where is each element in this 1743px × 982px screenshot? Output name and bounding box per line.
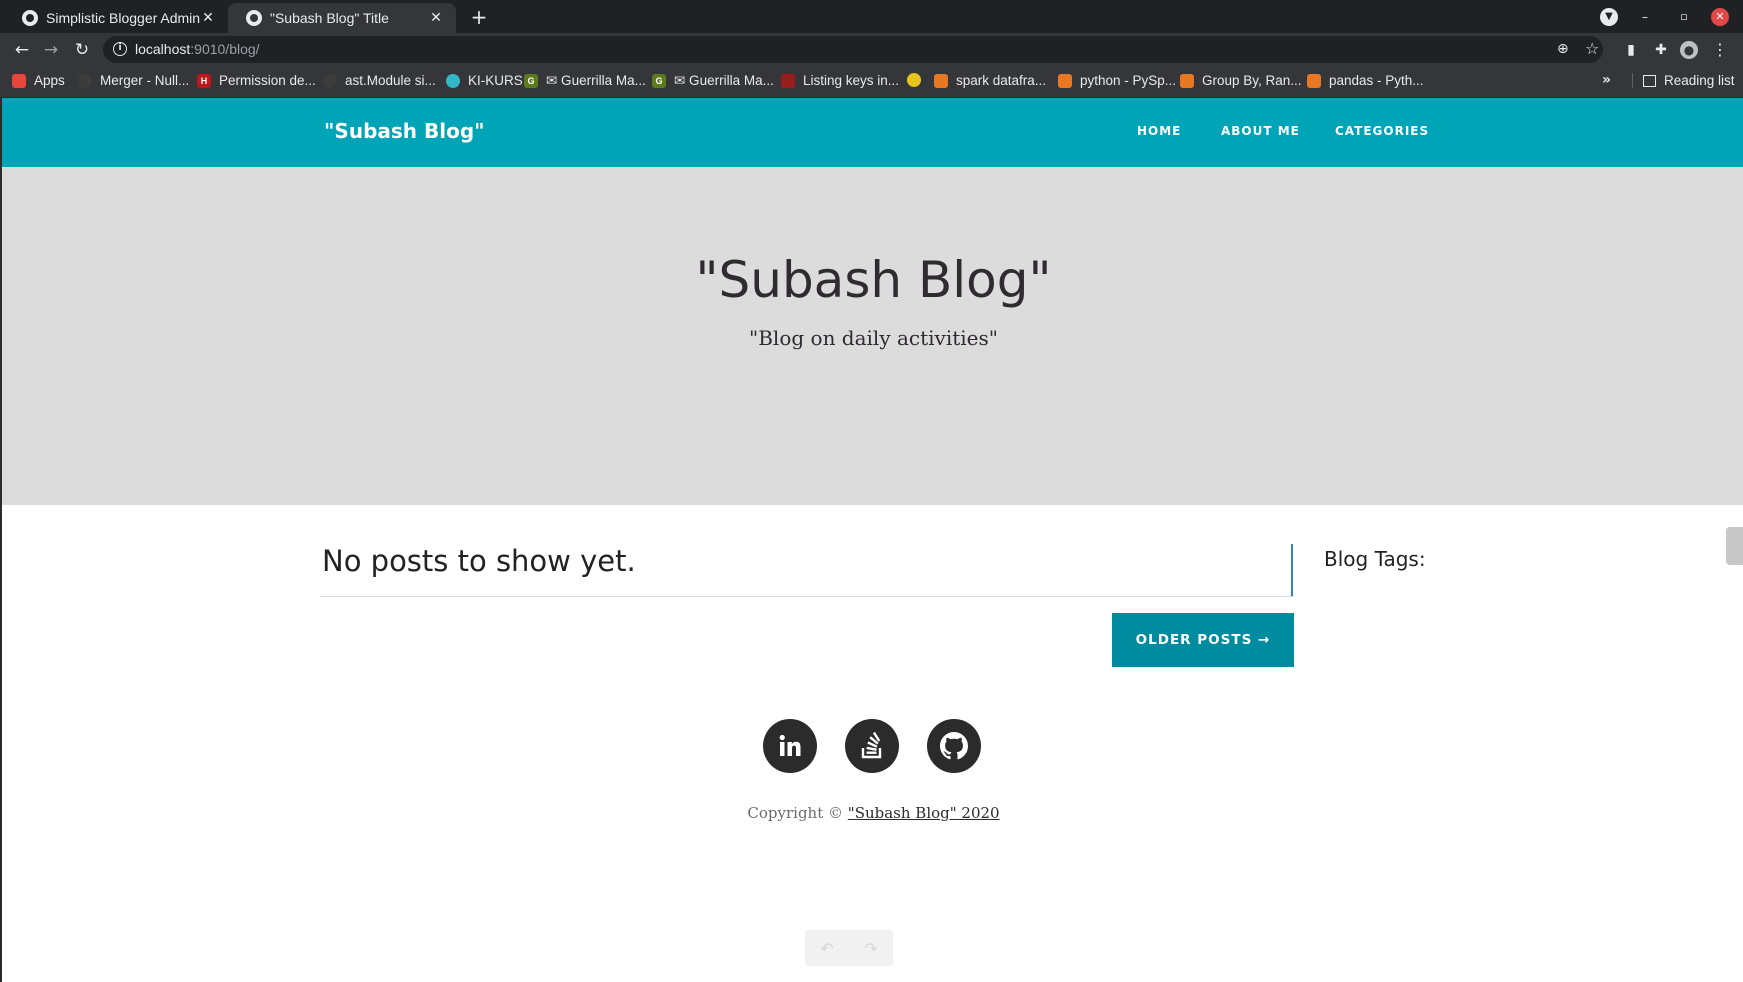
x-icon [781, 73, 795, 88]
bookmark-item[interactable]: Group By, Ran... [1180, 73, 1302, 88]
bookmark-item[interactable]: python - PySp... [1058, 73, 1176, 88]
github-icon [323, 73, 337, 88]
more-menu-icon[interactable]: ⋮ [1711, 41, 1729, 59]
tab-title: "Subash Blog" Title [270, 10, 389, 26]
yellow-smiley-icon [907, 73, 921, 87]
stackoverflow-icon [934, 73, 948, 88]
stackoverflow-icon [1180, 73, 1194, 88]
new-tab-button[interactable]: + [466, 4, 492, 30]
bookmark-label: ✉ Guerrilla Ma... [674, 73, 774, 88]
bookmark-item[interactable]: Apps [12, 73, 65, 88]
bookmark-item[interactable]: pandas - Pyth... [1307, 73, 1424, 88]
hero-subtitle: "Blog on daily activities" [749, 326, 998, 350]
browser-toolbar: ← → ↻ i localhost:9010/blog/ ⊕ ☆ ▮ ✚ ● ⋮ [0, 33, 1743, 66]
g-logo-icon: G [652, 74, 666, 88]
puzzle-extensions-icon[interactable]: ✚ [1652, 41, 1670, 59]
web-page: "Subash Blog" HOME ABOUT ME CATEGORIES "… [0, 98, 1743, 982]
nav-about-link[interactable]: ABOUT ME [1221, 124, 1300, 138]
bookmarks-bar: » Reading list Apps Merger - Null... H Perm… [0, 66, 1743, 98]
no-posts-message: No posts to show yet. [322, 544, 636, 578]
reading-list-icon [1643, 74, 1656, 87]
older-posts-button[interactable]: OLDER POSTS → [1112, 613, 1294, 667]
linkedin-icon [779, 734, 801, 756]
site-info-icon[interactable]: i [113, 42, 127, 56]
browser-tab-strip: Simplistic Blogger Admin ✕ "Subash Blog"… [0, 0, 1743, 33]
hero-header: "Subash Blog" "Blog on daily activities" [2, 167, 1743, 565]
copyright-link[interactable]: "Subash Blog" 2020 [848, 804, 1000, 822]
bookmark-item[interactable]: Listing keys in... [781, 73, 899, 88]
github-icon [78, 73, 92, 88]
globe-icon [246, 10, 262, 26]
bookmark-item[interactable]: G ✉ Guerrilla Ma... [524, 73, 646, 89]
reading-list-label: Reading list [1664, 73, 1735, 88]
copyright-text: Copyright © [747, 804, 844, 822]
stackoverflow-link[interactable] [845, 719, 899, 773]
restore-window-button[interactable]: ▫ [1675, 8, 1693, 26]
bookmark-label: Permission de... [219, 73, 316, 88]
bookmark-item[interactable]: H Permission de... [197, 73, 316, 88]
undo-icon[interactable]: ↶ [820, 939, 833, 958]
tab-simplistic-blogger-admin[interactable]: Simplistic Blogger Admin ✕ [4, 3, 228, 33]
tab-subash-blog[interactable]: "Subash Blog" Title ✕ [228, 3, 456, 33]
redo-icon[interactable]: ↷ [864, 939, 877, 958]
back-arrow-icon[interactable]: ← [11, 39, 33, 61]
more-bookmarks-button[interactable]: » [1602, 72, 1611, 88]
brain-icon [446, 73, 460, 88]
bookmark-item[interactable]: G ✉ Guerrilla Ma... [652, 73, 774, 89]
minimize-window-button[interactable]: – [1636, 8, 1654, 26]
bookmark-label: spark datafra... [956, 73, 1047, 88]
reading-list-button[interactable]: Reading list [1632, 73, 1735, 88]
bookmark-item[interactable] [907, 73, 929, 87]
bookmark-item[interactable]: Merger - Null... [78, 73, 189, 88]
h-logo-icon: H [197, 73, 211, 88]
copyright-footer: Copyright © "Subash Blog" 2020 [2, 804, 1743, 822]
zoom-icon[interactable]: ⊕ [1557, 41, 1569, 57]
stackoverflow-icon [861, 732, 882, 759]
github-icon [940, 732, 968, 760]
bookmark-label: KI-KURS [468, 73, 523, 88]
url-path: :9010/blog/ [190, 41, 260, 57]
apps-grid-icon [12, 73, 26, 88]
bookmark-item[interactable]: KI-KURS [446, 73, 523, 88]
forward-arrow-icon[interactable]: → [40, 39, 62, 61]
tab-search-icon[interactable]: ▼ [1600, 8, 1618, 26]
bookmark-label: pandas - Pyth... [1329, 73, 1424, 88]
bookmark-label: ✉ Guerrilla Ma... [546, 73, 646, 88]
github-link[interactable] [927, 719, 981, 773]
close-window-button[interactable]: ✕ [1711, 8, 1729, 26]
nav-home-link[interactable]: HOME [1137, 124, 1181, 138]
blog-tags-heading: Blog Tags: [1324, 547, 1426, 571]
close-tab-icon[interactable]: ✕ [200, 10, 216, 26]
tab-title: Simplistic Blogger Admin [46, 10, 200, 26]
hero-title: "Subash Blog" [695, 251, 1052, 309]
reload-icon[interactable]: ↻ [71, 39, 93, 61]
bookmark-star-icon[interactable]: ☆ [1585, 39, 1599, 58]
site-brand-link[interactable]: "Subash Blog" [324, 119, 485, 143]
g-logo-icon: G [524, 74, 538, 88]
bookmark-item[interactable]: ast.Module si... [323, 73, 436, 88]
bookmark-label: ast.Module si... [345, 73, 436, 88]
bookmark-label: Apps [34, 73, 65, 88]
nav-categories-link[interactable]: CATEGORIES [1335, 124, 1429, 138]
globe-icon [22, 10, 38, 26]
bookmark-label: Group By, Ran... [1202, 73, 1302, 88]
linkedin-link[interactable] [763, 719, 817, 773]
side-scroll-handle[interactable] [1726, 527, 1743, 565]
bookmark-label: Listing keys in... [803, 73, 900, 88]
posts-area: No posts to show yet. [320, 544, 1293, 596]
address-bar[interactable]: i localhost:9010/blog/ ⊕ ☆ [103, 36, 1603, 63]
stackoverflow-icon [1058, 73, 1072, 88]
bookmark-item[interactable]: spark datafra... [934, 73, 1046, 88]
profile-avatar-icon[interactable]: ● [1680, 41, 1698, 59]
site-navbar: "Subash Blog" HOME ABOUT ME CATEGORIES [2, 98, 1743, 167]
url-host: localhost [135, 41, 191, 57]
url-text[interactable]: localhost:9010/blog/ [135, 41, 260, 57]
close-tab-icon[interactable]: ✕ [428, 10, 444, 26]
bookmark-label: Merger - Null... [100, 73, 190, 88]
bookmark-label: python - PySp... [1080, 73, 1177, 88]
undo-redo-toolbar: ↶ ↷ [805, 930, 893, 966]
divider [320, 596, 1294, 597]
extension-icon[interactable]: ▮ [1622, 41, 1640, 59]
stackoverflow-icon [1307, 73, 1321, 88]
